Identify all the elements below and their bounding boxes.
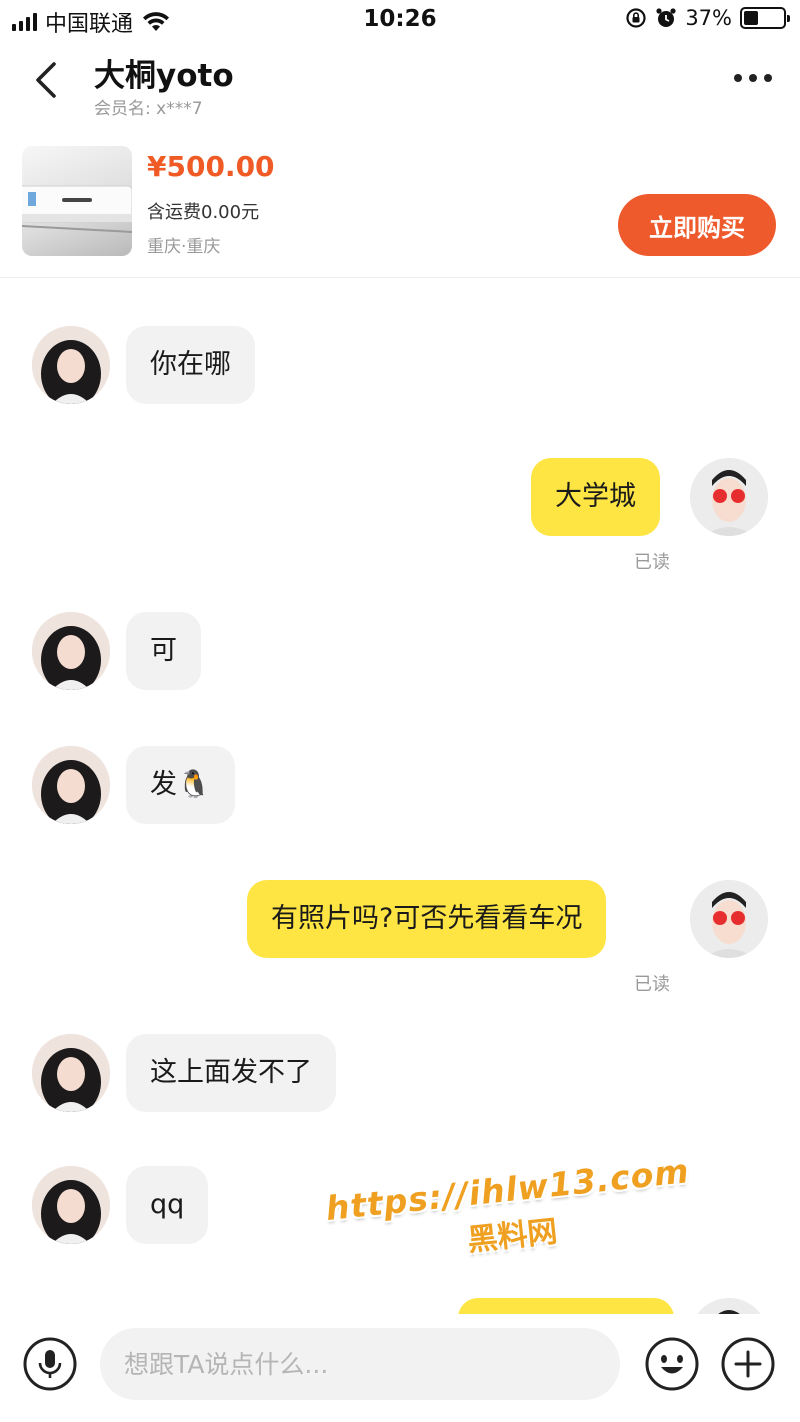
chat-header: 大桐yoto 会员名: x***7 [0,40,800,130]
air-conditioner-image [22,185,132,233]
battery-percent: 37% [685,6,732,30]
member-value: x***7 [156,99,203,119]
message-bubble-outgoing[interactable]: 大学城 [531,458,660,536]
input-bar [0,1314,800,1422]
message-bubble-incoming[interactable]: qq [126,1166,209,1244]
member-label: 会员名: [94,99,151,119]
shipping-info: 含运费0.00元 [147,202,260,223]
contact-avatar[interactable] [32,612,110,690]
status-bar: 中国联通 10:26 37% [0,0,800,40]
contact-avatar[interactable] [32,1034,110,1112]
my-avatar[interactable] [690,880,768,958]
product-location: 重庆·重庆 [147,237,221,257]
back-arrow-icon[interactable] [26,56,70,104]
my-avatar[interactable] [690,458,768,536]
message-bubble-outgoing-partial[interactable] [458,1298,674,1314]
message-input[interactable] [100,1328,620,1400]
product-card[interactable]: ¥500.00 含运费0.00元 重庆·重庆 立即购买 [0,130,800,278]
buy-now-button[interactable]: 立即购买 [618,194,776,256]
contact-name: 大桐yoto [94,58,234,94]
product-thumbnail[interactable] [22,146,132,256]
contact-avatar[interactable] [32,326,110,404]
status-right: 37% [625,6,790,30]
message-bubble-incoming[interactable]: 可 [126,612,201,690]
alarm-icon [656,8,676,27]
plus-icon[interactable] [720,1336,776,1392]
my-avatar[interactable] [690,1298,768,1314]
more-dots-icon[interactable] [734,74,772,82]
read-receipt: 已读 [634,974,670,995]
battery-icon [740,7,790,29]
product-price: ¥500.00 [147,150,275,183]
contact-avatar[interactable] [32,1166,110,1244]
message-bubble-outgoing[interactable]: 有照片吗?可否先看看车况 [247,880,607,958]
microphone-icon[interactable] [22,1336,78,1392]
battery-fill [744,11,759,25]
member-info: 会员名: x***7 [94,94,203,119]
message-bubble-incoming[interactable]: 发🐧 [126,746,235,824]
contact-avatar[interactable] [32,746,110,824]
emoji-icon[interactable] [644,1336,700,1392]
message-bubble-incoming[interactable]: 你在哪 [126,326,255,404]
message-bubble-incoming[interactable]: 这上面发不了 [126,1034,336,1112]
orientation-lock-icon [626,8,646,28]
read-receipt: 已读 [634,552,670,573]
